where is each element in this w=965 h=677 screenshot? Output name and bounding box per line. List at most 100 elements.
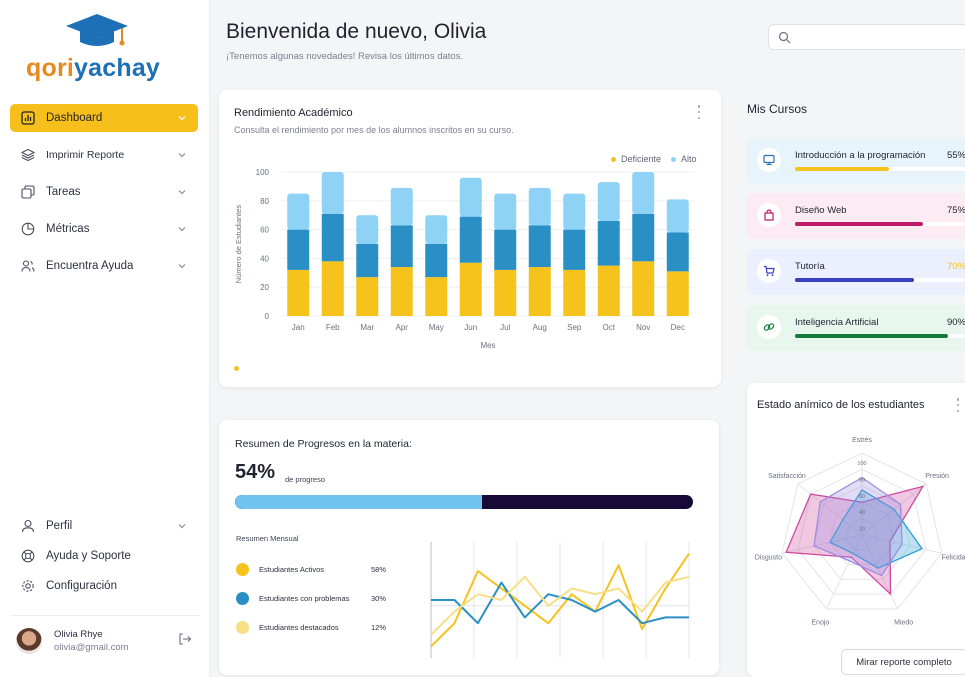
chevron-down-icon xyxy=(178,524,186,529)
y-tick-label: 0 xyxy=(265,312,270,321)
progress-card: Resumen de Progresos en la materia: 54% … xyxy=(219,420,719,675)
x-tick-label: Jun xyxy=(464,323,477,332)
performance-card: Rendimiento Académico Consulta el rendim… xyxy=(219,90,721,387)
link-icon xyxy=(757,315,781,339)
bar-segment xyxy=(666,199,689,233)
y-tick-label: 60 xyxy=(260,226,269,235)
course-progress-track xyxy=(795,222,965,226)
x-tick-label: Oct xyxy=(603,323,616,332)
brand-name: qoriyachay xyxy=(26,54,160,83)
nav-item-print-report[interactable]: Imprimir Reporte xyxy=(10,141,198,169)
bar-segment xyxy=(563,269,586,316)
y-tick-label: 40 xyxy=(260,254,269,263)
graduation-cap-icon xyxy=(66,14,128,46)
bar-segment xyxy=(563,229,586,270)
chevron-down-icon xyxy=(178,227,186,232)
radar-axis-label: Felicidad xyxy=(942,554,965,561)
bar-segment xyxy=(632,213,655,262)
summary-row-outstanding: Estudiantes destacados 12% xyxy=(236,620,386,634)
nav-item-label: Tareas xyxy=(46,186,81,198)
course-item[interactable]: Inteligencia Artificial 90% xyxy=(747,305,965,351)
summary-value: 30% xyxy=(370,593,386,603)
nav-item-find-help[interactable]: Encuentra Ayuda xyxy=(10,252,198,280)
bar-segment xyxy=(597,220,620,266)
course-progress-fill xyxy=(795,278,914,282)
bar-segment xyxy=(425,215,448,244)
course-item[interactable]: Tutoría 70% xyxy=(747,249,965,295)
bar-segment xyxy=(356,277,379,316)
course-progress-fill xyxy=(795,222,923,226)
bar-segment xyxy=(597,265,620,316)
radar-axis-label: Miedo xyxy=(894,619,913,626)
user-name: Olivia Rhye xyxy=(54,628,103,640)
user-card[interactable]: Olivia Rhye olivia@gmail.com xyxy=(10,615,200,665)
user-email: olivia@gmail.com xyxy=(54,641,129,653)
nav-item-tasks[interactable]: Tareas xyxy=(10,178,198,206)
brand-logo[interactable]: qoriyachay xyxy=(26,12,166,84)
course-name: Inteligencia Artificial xyxy=(795,317,879,328)
nav-item-label: Configuración xyxy=(46,580,117,592)
nav-item-profile[interactable]: Perfil xyxy=(10,512,198,540)
mood-card: Estado anímico de los estudiantes Estrés… xyxy=(747,383,965,677)
nav-item-help-support[interactable]: Ayuda y Soporte xyxy=(10,542,198,570)
chevron-down-icon xyxy=(178,153,186,158)
page-title: Bienvenida de nuevo, Olivia xyxy=(226,20,487,43)
progress-bar-fill xyxy=(235,495,483,509)
course-progress-track xyxy=(795,167,965,171)
more-options-icon[interactable] xyxy=(955,398,961,412)
radar-tick-label: 40 xyxy=(859,510,865,516)
x-tick-label: Dec xyxy=(671,323,685,332)
monthly-summary-title: Resumen Mensual xyxy=(236,534,299,543)
logout-icon[interactable] xyxy=(178,632,192,646)
bar-segment xyxy=(356,215,379,244)
bar-segment xyxy=(666,271,689,316)
bar-segment xyxy=(563,193,586,230)
course-percent: 90% xyxy=(946,317,965,328)
legend-dot xyxy=(236,620,249,634)
nav-item-dashboard[interactable]: Dashboard xyxy=(10,104,198,132)
user-icon xyxy=(20,518,36,534)
course-progress-fill xyxy=(795,167,889,171)
bar-segment xyxy=(425,277,448,316)
course-progress-fill xyxy=(795,334,948,338)
nav-item-metrics[interactable]: Métricas xyxy=(10,215,198,243)
bar-segment xyxy=(632,172,655,214)
course-percent: 75% xyxy=(946,205,965,216)
x-axis-label: Mes xyxy=(480,341,495,350)
bar-segment xyxy=(390,187,413,226)
summary-value: 58% xyxy=(370,564,386,574)
summary-value: 12% xyxy=(370,622,386,632)
course-item[interactable]: Diseño Web 75% xyxy=(747,193,965,239)
progress-bar xyxy=(235,495,693,509)
bar-segment xyxy=(459,262,482,316)
search-input[interactable] xyxy=(768,24,965,50)
view-full-report-button[interactable]: Mirar reporte completo xyxy=(841,649,965,675)
copy-icon xyxy=(20,184,36,200)
bar-segment xyxy=(390,267,413,316)
bar-segment xyxy=(528,267,551,316)
avatar xyxy=(16,627,42,654)
pagination-dot[interactable] xyxy=(234,366,239,371)
bar-segment xyxy=(494,229,517,270)
bar-segment xyxy=(528,187,551,226)
layers-icon xyxy=(20,147,36,163)
x-tick-label: Nov xyxy=(636,323,650,332)
nav-item-label: Ayuda y Soporte xyxy=(46,550,131,562)
course-item[interactable]: Introducción a la programación 55% xyxy=(747,138,965,184)
chevron-down-icon xyxy=(178,190,186,195)
bar-segment xyxy=(287,193,310,230)
course-name: Diseño Web xyxy=(795,205,847,216)
radar-axis-label: Disgusto xyxy=(755,554,782,561)
bar-segment xyxy=(459,216,482,263)
progress-value: 54% xyxy=(235,461,276,483)
chevron-down-icon xyxy=(178,116,186,121)
nav-item-settings[interactable]: Configuración xyxy=(10,572,198,600)
radar-axis-label: Presión xyxy=(925,473,949,480)
legend-dot xyxy=(236,591,249,605)
bag-icon xyxy=(757,203,781,227)
cart-icon xyxy=(757,259,781,283)
bar-segment xyxy=(597,182,620,221)
radar-axis-label: Satisfacción xyxy=(768,473,806,480)
radar-axis-label: Enojo xyxy=(811,619,829,626)
bar-segment xyxy=(528,225,551,268)
